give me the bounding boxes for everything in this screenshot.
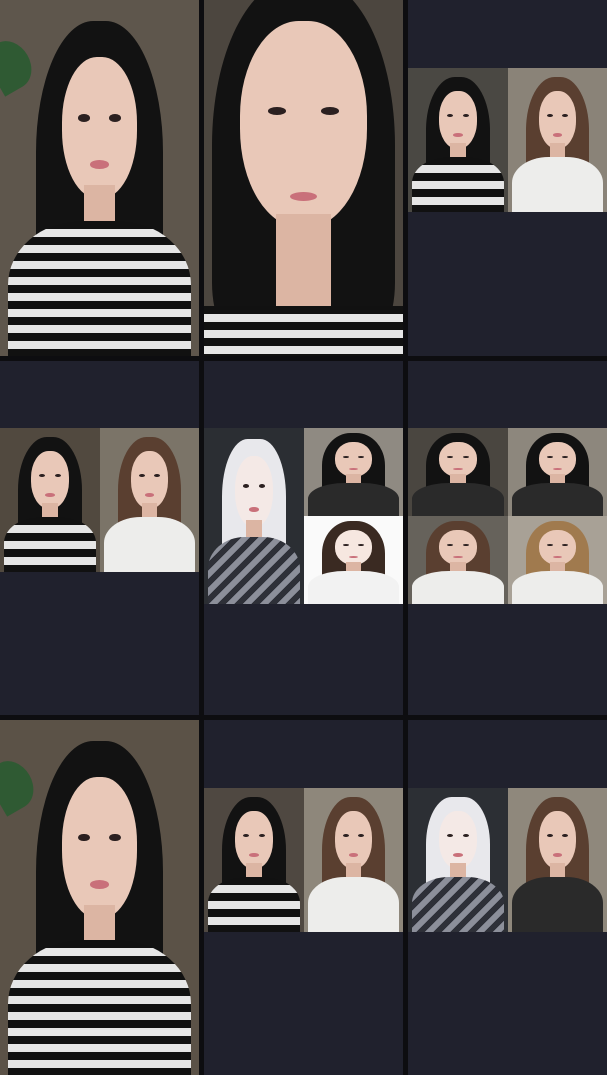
- participant-video: [204, 0, 403, 356]
- video-tile-2[interactable]: [204, 0, 403, 356]
- video-tile-5[interactable]: [204, 361, 403, 715]
- video-tile-8[interactable]: [204, 720, 403, 1075]
- video-tile-4[interactable]: [0, 361, 199, 715]
- video-tile-6[interactable]: [408, 361, 607, 715]
- video-tile-9[interactable]: [408, 720, 607, 1075]
- participant-video-anime: [408, 788, 508, 932]
- video-call-grid: [0, 0, 607, 1075]
- video-tile-3[interactable]: [408, 0, 607, 356]
- participant-video: [508, 68, 607, 212]
- participant-video: [0, 720, 199, 1075]
- participant-video: [408, 516, 508, 604]
- participant-video: [508, 788, 607, 932]
- participant-video: [408, 428, 508, 516]
- participant-video: [204, 788, 304, 932]
- participant-video: [304, 788, 403, 932]
- participant-video: [100, 428, 199, 572]
- video-tile-1[interactable]: [0, 0, 199, 356]
- participant-video: [508, 428, 607, 516]
- participant-video: [0, 0, 199, 356]
- participant-video-anime: [304, 516, 403, 604]
- participant-video: [508, 516, 607, 604]
- participant-video: [304, 428, 403, 516]
- participant-video: [408, 68, 508, 212]
- video-tile-7[interactable]: [0, 720, 199, 1075]
- participant-video-anime: [204, 428, 304, 604]
- participant-video: [0, 428, 100, 572]
